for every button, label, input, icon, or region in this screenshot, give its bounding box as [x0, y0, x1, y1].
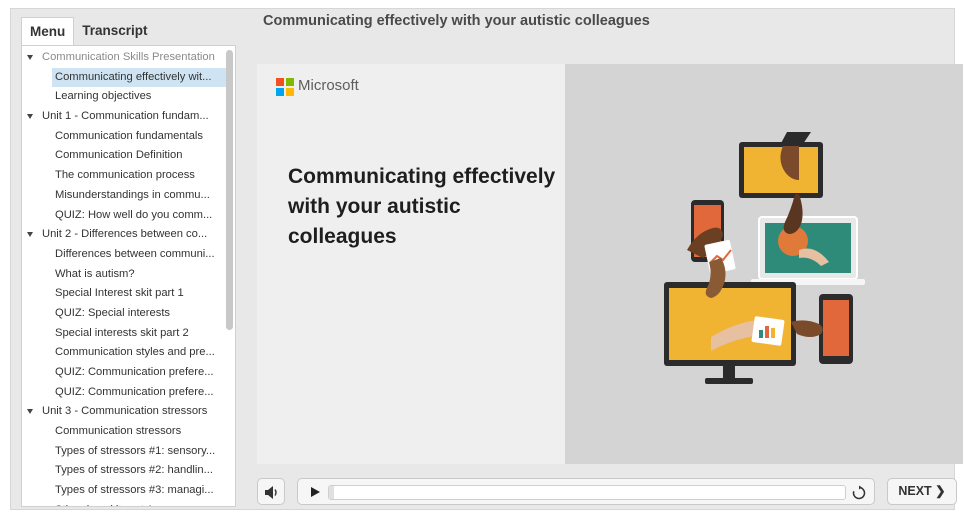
volume-button[interactable]	[257, 478, 285, 505]
menu-item-label: Stimming skit part 1	[55, 504, 153, 506]
menu-item-label: QUIZ: Communication prefere...	[55, 366, 214, 378]
sidebar: Menu Transcript Communication Skills Pre…	[11, 9, 243, 511]
menu-item-label: Types of stressors #3: managi...	[55, 484, 214, 497]
menu-item[interactable]: Communicating effectively wit...	[52, 67, 226, 88]
slide-illustration-panel	[565, 64, 963, 464]
menu-item-label: Communicating effectively wit...	[55, 70, 212, 83]
menu-item[interactable]: Special interests skit part 2	[22, 324, 235, 344]
menu-item-label: Differences between communi...	[55, 247, 215, 260]
menu-item[interactable]: Types of stressors #3: managi...	[22, 481, 235, 501]
slide-heading: Communicating effectively with your auti…	[288, 165, 556, 248]
menu-item[interactable]: Stimming skit part 1	[22, 501, 235, 506]
menu-section[interactable]: Communication Skills Presentation	[22, 48, 235, 68]
menu-item-label: Special interests skit part 2	[55, 326, 189, 339]
menu-item-label: Communication Definition	[55, 149, 183, 162]
menu-item-label: QUIZ: How well do you comm...	[55, 208, 213, 221]
devices-illustration	[664, 132, 865, 384]
caret-down-icon[interactable]	[27, 114, 33, 120]
player-controls: NEXT ❯	[257, 477, 957, 507]
menu-scrollbar[interactable]	[226, 50, 233, 330]
player-window: Menu Transcript Communication Skills Pre…	[10, 8, 963, 511]
menu-item-label: What is autism?	[55, 267, 135, 280]
menu-item-label: Unit 1 - Communication fundam...	[42, 110, 209, 123]
menu-section[interactable]: Unit 2 - Differences between co...	[22, 225, 235, 245]
menu-item-label: QUIZ: Communication prefere...	[55, 385, 214, 398]
menu-item-label: Communication fundamentals	[55, 129, 203, 142]
menu-item[interactable]: Differences between communi...	[22, 245, 235, 265]
slide: Microsoft Communicating effectively with…	[257, 64, 963, 464]
menu-item[interactable]: Types of stressors #1: sensory...	[22, 442, 235, 462]
menu-item-label: Types of stressors #1: sensory...	[55, 444, 216, 457]
play-icon[interactable]	[311, 487, 320, 497]
replay-icon[interactable]	[851, 485, 867, 501]
menu-item-label: Communication Skills Presentation	[42, 51, 215, 63]
caret-down-icon[interactable]	[27, 232, 33, 238]
menu-item[interactable]: QUIZ: How well do you comm...	[22, 206, 235, 226]
playback-bar	[297, 478, 875, 505]
menu-item-label: Unit 2 - Differences between co...	[42, 228, 208, 241]
menu-item[interactable]: Special Interest skit part 1	[22, 284, 235, 304]
menu-item-label: Special Interest skit part 1	[55, 287, 184, 300]
menu-item-label: Communication styles and pre...	[55, 346, 215, 359]
sidebar-tabs: Menu Transcript	[21, 17, 156, 45]
menu-item[interactable]: The communication process	[22, 166, 235, 186]
menu-section[interactable]: Unit 1 - Communication fundam...	[22, 107, 235, 127]
menu-item[interactable]: What is autism?	[22, 265, 235, 285]
microsoft-logo-icon	[276, 78, 294, 96]
seek-progress	[329, 486, 335, 499]
menu-item[interactable]: Communication Definition	[22, 146, 235, 166]
seek-bar[interactable]	[328, 485, 846, 500]
tab-transcript[interactable]: Transcript	[74, 17, 155, 45]
menu-section[interactable]: Unit 3 - Communication stressors	[22, 402, 235, 422]
menu-item[interactable]: Misunderstandings in commu...	[22, 186, 235, 206]
menu-item-label: Misunderstandings in commu...	[55, 188, 210, 201]
menu-item[interactable]: QUIZ: Special interests	[22, 304, 235, 324]
menu-item-label: QUIZ: Special interests	[55, 306, 171, 319]
menu-item-label: Communication stressors	[55, 425, 182, 438]
menu-item[interactable]: Communication styles and pre...	[22, 343, 235, 363]
speaker-icon	[265, 486, 277, 499]
menu-item-label: Unit 3 - Communication stressors	[42, 405, 208, 418]
menu-item-label: Types of stressors #2: handlin...	[55, 464, 213, 477]
menu-item-label: The communication process	[55, 169, 195, 182]
menu-panel: Communication Skills Presentation Communi…	[21, 45, 236, 507]
menu-item[interactable]: Types of stressors #2: handlin...	[22, 461, 235, 481]
menu-item[interactable]: Communication stressors	[22, 422, 235, 442]
caret-down-icon[interactable]	[27, 409, 33, 415]
brand-name: Microsoft	[298, 77, 359, 94]
caret-down-icon[interactable]	[27, 55, 33, 60]
page-title: Communicating effectively with your auti…	[263, 13, 650, 29]
menu-item[interactable]: Communication fundamentals	[22, 127, 235, 147]
next-button[interactable]: NEXT ❯	[887, 478, 957, 505]
tab-menu[interactable]: Menu	[21, 17, 75, 45]
menu-item[interactable]: Learning objectives	[22, 87, 235, 107]
slide-title-panel: Microsoft Communicating effectively with…	[257, 64, 565, 464]
menu-item[interactable]: QUIZ: Communication prefere...	[22, 383, 235, 403]
menu-item[interactable]: QUIZ: Communication prefere...	[22, 363, 235, 383]
menu-item-label: Learning objectives	[55, 90, 152, 103]
menu-list: Communication Skills Presentation Communi…	[22, 46, 235, 506]
